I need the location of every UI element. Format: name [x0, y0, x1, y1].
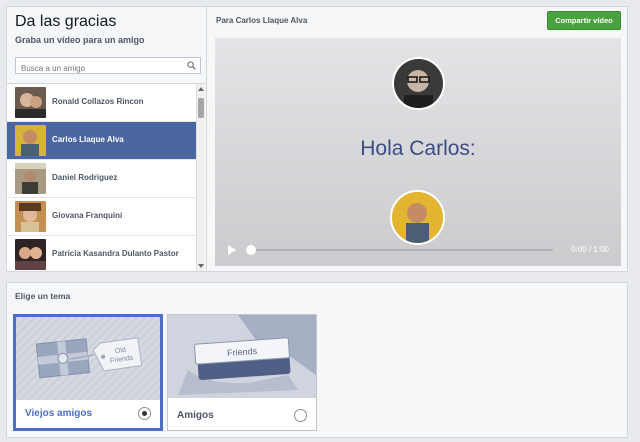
- friend-list: Ronald Collazos Rincon Carlos Llaque Alv…: [7, 83, 205, 271]
- theme-panel: Elige un tema Old Friends Viejos amigos …: [6, 282, 628, 438]
- scrollbar-thumb[interactable]: [198, 98, 204, 118]
- scroll-up-icon[interactable]: [198, 87, 204, 91]
- page-subtitle: Graba un vídeo para un amigo: [15, 35, 145, 45]
- search-box[interactable]: [15, 57, 201, 76]
- old-friends-illustration: Old Friends: [16, 317, 160, 400]
- art-text: Friends: [227, 346, 258, 358]
- search-icon[interactable]: [187, 61, 196, 70]
- theme-label: Viejos amigos: [25, 408, 93, 419]
- friend-item-selected[interactable]: Carlos Llaque Alva: [7, 122, 205, 160]
- friends-illustration: Friends: [168, 315, 316, 398]
- friend-item[interactable]: Ronald Collazos Rincon: [7, 84, 205, 122]
- friend-item[interactable]: Giovana Franquini: [7, 198, 205, 236]
- avatar: [15, 201, 46, 232]
- theme-radio[interactable]: [294, 409, 307, 422]
- page-title: Da las gracias: [15, 13, 117, 30]
- video-preview-area: Para Carlos Llaque Alva Compartir vídeo …: [207, 7, 627, 271]
- friend-item[interactable]: Daniel Rodriguez: [7, 160, 205, 198]
- video-progress-handle[interactable]: [246, 245, 256, 255]
- theme-card-old-friends[interactable]: Old Friends Viejos amigos: [13, 314, 163, 431]
- sender-avatar: [392, 57, 445, 110]
- avatar: [15, 87, 46, 118]
- video-player[interactable]: Hola Carlos: 0:00 / 1:00: [215, 38, 621, 266]
- video-progress-track[interactable]: [248, 249, 553, 251]
- friend-item[interactable]: Patricia Kasandra Dulanto Pastor: [7, 236, 205, 271]
- video-greeting: Hola Carlos:: [360, 137, 476, 160]
- friend-name: Carlos Llaque Alva: [52, 135, 124, 144]
- friend-name: Giovana Franquini: [52, 211, 123, 220]
- theme-label: Amigos: [177, 410, 214, 421]
- avatar: [15, 239, 46, 270]
- avatar: [15, 125, 46, 156]
- recipient-label: Para Carlos Llaque Alva: [216, 16, 308, 25]
- friend-name: Daniel Rodriguez: [52, 173, 118, 182]
- friend-name: Patricia Kasandra Dulanto Pastor: [52, 249, 179, 258]
- video-time: 0:00 / 1:00: [571, 245, 609, 254]
- thank-you-panel: Da las gracias Graba un vídeo para un am…: [6, 6, 628, 272]
- avatar: [15, 163, 46, 194]
- friend-list-scrollbar[interactable]: [196, 84, 205, 271]
- theme-section-title: Elige un tema: [15, 291, 71, 301]
- theme-radio-selected[interactable]: [138, 407, 151, 420]
- friend-name: Ronald Collazos Rincon: [52, 97, 144, 106]
- recipient-avatar: [390, 190, 445, 245]
- share-video-button[interactable]: Compartir vídeo: [547, 11, 621, 30]
- theme-card-friends[interactable]: Friends Amigos: [167, 314, 317, 431]
- scroll-down-icon[interactable]: [198, 264, 204, 268]
- play-icon[interactable]: [228, 245, 236, 255]
- search-input[interactable]: [16, 61, 176, 76]
- friend-picker: Da las gracias Graba un vídeo para un am…: [7, 7, 207, 271]
